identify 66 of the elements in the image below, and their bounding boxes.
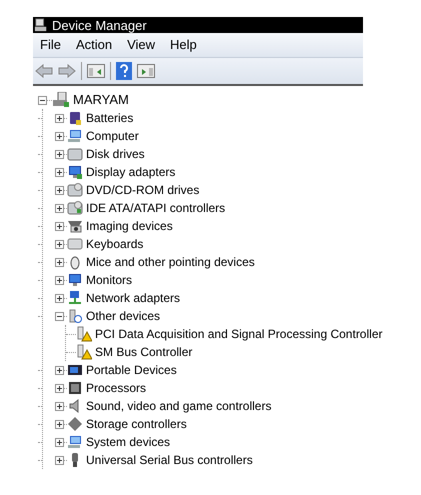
network-icon — [67, 290, 83, 306]
system-icon — [67, 434, 83, 450]
tree-item[interactable]: Universal Serial Bus controllers — [86, 451, 253, 469]
tree-item[interactable]: System devices — [86, 433, 170, 451]
expand-icon[interactable] — [55, 420, 64, 428]
tree-item[interactable]: Portable Devices — [86, 361, 177, 379]
disk-drive-icon — [67, 146, 83, 162]
tree-item[interactable]: Sound, video and game controllers — [86, 397, 272, 415]
storage-icon — [67, 416, 83, 432]
tree-item[interactable]: Keyboards — [86, 235, 144, 253]
processor-icon — [67, 380, 83, 396]
menu-item[interactable]: File — [40, 35, 61, 55]
tree-item[interactable]: Monitors — [86, 271, 132, 289]
expand-icon[interactable] — [55, 132, 64, 140]
back-arrow-icon[interactable] — [35, 64, 53, 78]
expand-icon[interactable] — [55, 240, 64, 248]
expand-icon[interactable] — [55, 204, 64, 212]
forward-arrow-icon[interactable] — [58, 64, 76, 78]
console-tree-icon[interactable] — [87, 64, 105, 78]
computer-icon — [67, 128, 83, 144]
controller-icon — [67, 200, 83, 216]
display-adapter-icon — [67, 164, 83, 180]
window-title: Device Manager — [52, 18, 147, 32]
computer-icon — [34, 18, 48, 32]
tree-item[interactable]: Imaging devices — [86, 217, 173, 235]
tree-item[interactable]: DVD/CD-ROM drives — [86, 181, 200, 199]
menu-item[interactable]: Help — [170, 35, 197, 55]
tree-item[interactable]: Network adapters — [86, 289, 180, 307]
expand-icon[interactable] — [55, 258, 64, 266]
expand-icon[interactable] — [55, 456, 64, 464]
expand-icon[interactable] — [55, 168, 64, 176]
menu-item[interactable]: Action — [76, 35, 112, 55]
action-pane-icon[interactable] — [137, 64, 155, 78]
tree-item[interactable]: Computer — [86, 127, 139, 145]
tree-item[interactable]: PCI Data Acquisition and Signal Processing Controller — [95, 325, 382, 343]
computer-icon — [52, 92, 70, 108]
expand-icon[interactable] — [55, 384, 64, 392]
tree-item[interactable]: Disk drives — [86, 145, 145, 163]
tree-item[interactable]: Storage controllers — [86, 415, 187, 433]
tree-item[interactable]: Batteries — [86, 109, 134, 127]
battery-icon — [67, 110, 83, 126]
unknown-device-icon — [67, 308, 83, 324]
expand-icon[interactable] — [55, 186, 64, 194]
tree-item[interactable]: SM Bus Controller — [95, 343, 192, 361]
expand-icon[interactable] — [55, 402, 64, 410]
expand-icon[interactable] — [55, 114, 64, 122]
tree-item[interactable]: MARYAM — [73, 90, 129, 110]
expand-icon[interactable] — [55, 294, 64, 302]
menu-item[interactable]: View — [127, 35, 156, 55]
expand-icon[interactable] — [55, 150, 64, 158]
expand-icon[interactable] — [55, 438, 64, 446]
tree-item[interactable]: Display adapters — [86, 163, 176, 181]
optical-drive-icon — [67, 182, 83, 198]
tree-item[interactable]: Other devices — [86, 307, 160, 325]
expand-icon[interactable] — [55, 366, 64, 374]
collapse-icon[interactable] — [55, 312, 64, 320]
portable-device-icon — [67, 362, 83, 378]
expand-icon[interactable] — [55, 222, 64, 230]
tree-item[interactable]: IDE ATA/ATAPI controllers — [86, 199, 226, 217]
tree-item[interactable]: Mice and other pointing devices — [86, 253, 255, 271]
help-icon[interactable] — [116, 62, 132, 80]
tree-item[interactable]: Processors — [86, 379, 146, 397]
scanner-icon — [67, 218, 83, 234]
monitor-icon — [67, 272, 83, 288]
collapse-icon[interactable] — [38, 96, 47, 104]
expand-icon[interactable] — [55, 276, 64, 284]
